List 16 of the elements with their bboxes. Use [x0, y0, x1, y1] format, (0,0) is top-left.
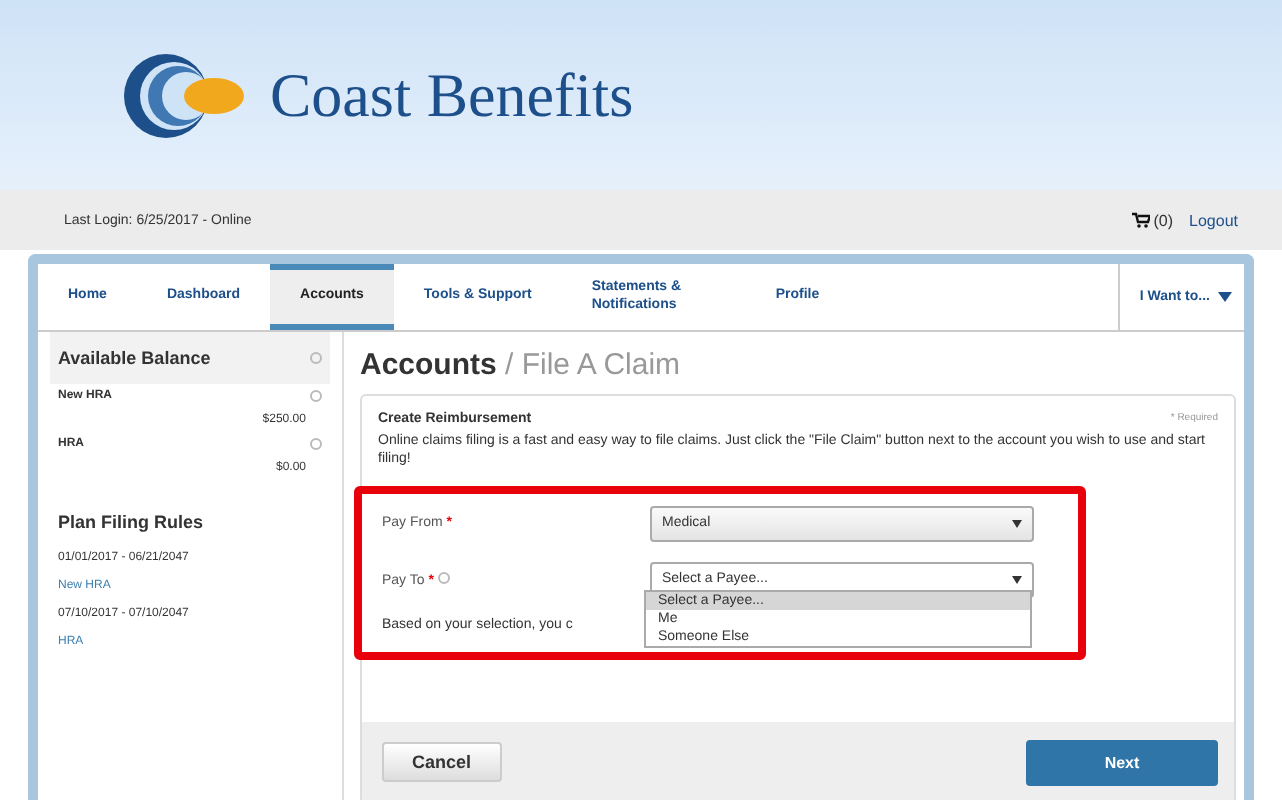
caret-icon	[1012, 519, 1022, 528]
cancel-button[interactable]: Cancel	[382, 742, 502, 782]
info-icon	[310, 390, 322, 402]
caret-icon	[1218, 292, 1232, 302]
balance-title: Available Balance	[58, 348, 211, 368]
page-title: Accounts / File A Claim	[360, 346, 683, 386]
cart-icon	[1131, 212, 1150, 228]
caret-icon	[1012, 575, 1022, 584]
info-icon	[437, 571, 450, 584]
rules-title: Plan Filing Rules	[56, 510, 206, 536]
info-icon	[310, 438, 322, 450]
brand-name: Coast Benefits	[270, 59, 634, 131]
cart-link[interactable]: (0)	[1131, 211, 1174, 229]
next-button[interactable]: Next	[1026, 739, 1218, 785]
info-icon	[310, 352, 322, 364]
logout-link[interactable]: Logout	[1189, 211, 1238, 229]
